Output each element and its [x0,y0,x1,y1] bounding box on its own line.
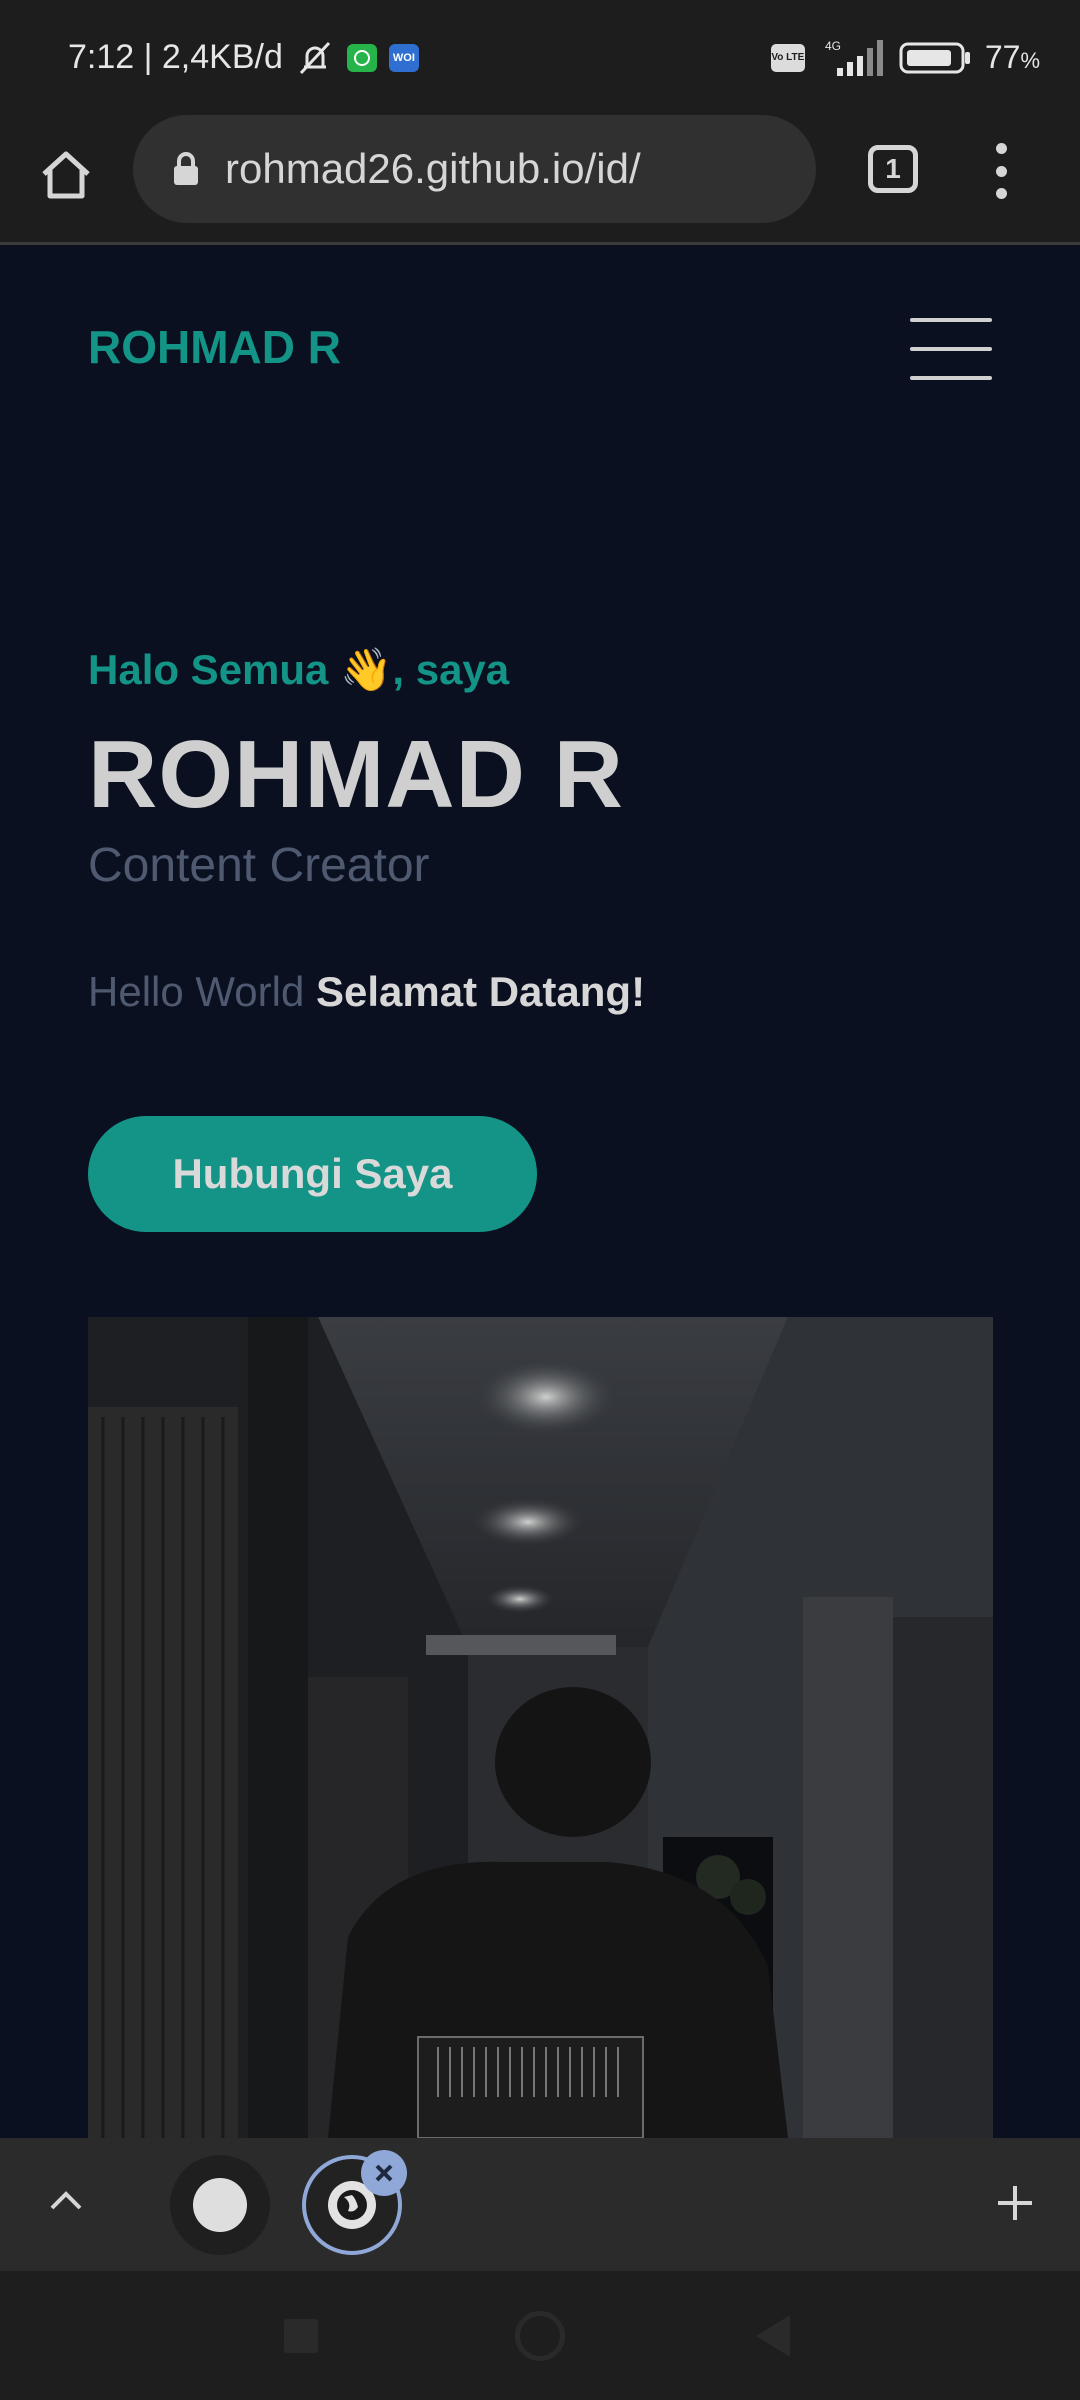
hamburger-line [910,318,992,322]
status-left: 7:12 | 2,4KB/d WOI [68,38,419,77]
chevron-up-icon [50,2191,82,2210]
home-nav-button[interactable] [515,2311,565,2361]
web-page: ROHMAD R Halo Semua 👋, saya ROHMAD R Con… [0,248,1080,2138]
tab-thumbnail-1[interactable] [170,2155,270,2255]
hero-role: Content Creator [88,839,430,892]
whatsapp-icon [346,43,377,72]
lock-icon [171,151,201,187]
new-tab-button[interactable] [990,2178,1040,2228]
menu-dot [995,188,1007,199]
close-icon [375,2164,393,2182]
hamburger-menu-button[interactable] [910,318,992,380]
menu-dot [995,143,1007,154]
battery-percent: 77% [985,39,1040,76]
plus-icon [998,2186,1032,2220]
hero-name: ROHMAD R [88,721,624,828]
network-type-label: 4G [825,39,841,53]
tab-switcher-button[interactable]: 1 [868,145,918,193]
browser-menu-button[interactable] [986,143,1016,199]
close-tab-button[interactable] [361,2150,407,2196]
profile-photo [88,1317,993,2138]
status-bar: 7:12 | 2,4KB/d WOI Vo LTE 4G 77% [0,0,1080,115]
battery-percent-symbol: % [1020,48,1040,73]
browser-toolbar: rohmad26.github.io/id/ 1 [0,115,1080,245]
screen: 7:12 | 2,4KB/d WOI Vo LTE 4G 77% rohmad2… [0,0,1080,2400]
address-bar[interactable]: rohmad26.github.io/id/ [133,115,816,223]
woi-app-icon: WOI [388,43,419,72]
hamburger-line [910,376,992,380]
battery-value: 77 [984,39,1021,75]
url-text: rohmad26.github.io/id/ [225,145,641,192]
bottom-tab-strip [0,2138,1080,2271]
profile-photo-image [88,1317,993,2138]
expand-tabs-button[interactable] [44,2178,88,2222]
hamburger-line [910,347,992,351]
tab-favicon-blank [193,2178,247,2232]
volte-icon: Vo LTE [770,43,805,72]
back-button[interactable] [756,2315,790,2357]
mute-bell-icon [295,39,335,77]
recents-button[interactable] [284,2319,318,2353]
contact-me-button[interactable]: Hubungi Saya [88,1116,537,1232]
status-time: 7:12 | 2,4KB/d [68,38,283,76]
home-icon [42,151,90,199]
hero-greeting: Halo Semua 👋, saya [88,646,510,693]
welcome-strong-text: Selamat Datang! [315,968,646,1015]
menu-dot [995,165,1007,177]
site-brand-link[interactable]: ROHMAD R [88,320,341,374]
home-button[interactable] [30,139,102,211]
system-nav-bar [0,2271,1080,2400]
welcome-muted-text: Hello World [88,968,305,1015]
status-right: Vo LTE 4G 77% [770,38,1040,78]
welcome-line: Hello World Selamat Datang! [88,968,645,1016]
battery-icon [899,40,971,76]
signal-icon: 4G [819,38,885,78]
